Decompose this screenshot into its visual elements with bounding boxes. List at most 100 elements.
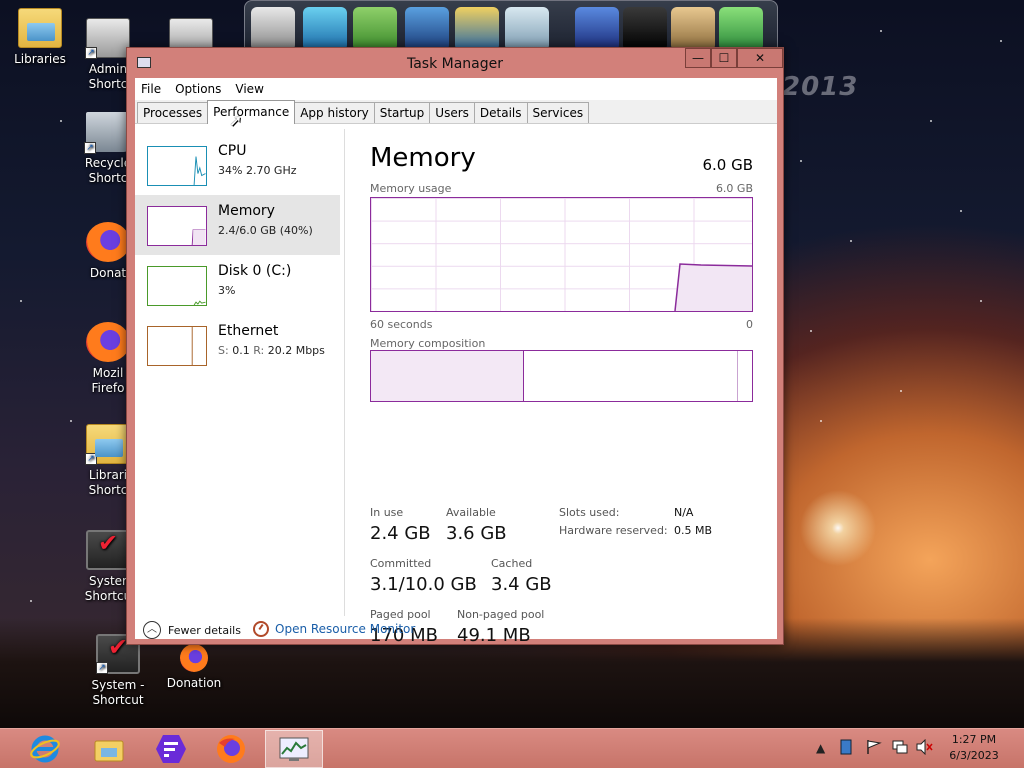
image-viewer-dock-icon[interactable] xyxy=(455,7,499,51)
fewer-details-button[interactable]: ︿ Fewer details xyxy=(143,621,241,639)
printer-icon: ↗ xyxy=(85,18,130,59)
resource-monitor-icon xyxy=(253,621,269,637)
composition-in-use xyxy=(371,351,524,401)
mouse-cursor-icon: ➚ xyxy=(229,111,243,130)
maximize-button[interactable]: ☐ xyxy=(711,48,737,68)
desktop-icon-label: Libraries xyxy=(14,52,66,66)
available-value: 3.6 GB xyxy=(446,523,507,544)
tools-dock-icon[interactable] xyxy=(671,7,715,51)
taskbar-app-e[interactable] xyxy=(146,730,196,768)
sidebar-item-disk[interactable]: Disk 0 (C:) 3% xyxy=(135,255,340,315)
firefox-icon xyxy=(217,735,245,763)
shortcut-arrow-icon: ↗ xyxy=(85,47,97,59)
performance-sidebar: CPU 34% 2.70 GHz Memory 2.4/6.0 GB (40%)… xyxy=(135,125,346,591)
memory-composition-bar xyxy=(370,350,753,402)
non-paged-pool-label: Non-paged pool xyxy=(457,608,545,621)
taskbar-firefox[interactable] xyxy=(206,730,256,768)
tab-app-history[interactable]: App history xyxy=(294,102,375,123)
computer-dock-icon[interactable] xyxy=(251,7,295,51)
send-value: 0.1 xyxy=(232,344,250,357)
recycle-bin-dock-icon[interactable] xyxy=(719,7,763,51)
clock-time: 1:27 PM xyxy=(951,733,997,746)
sidebar-item-value: 2.4/6.0 GB (40%) xyxy=(218,224,313,237)
cached-value: 3.4 GB xyxy=(491,574,552,595)
task-manager-window: Task Manager — ☐ ✕ File Options View Pro… xyxy=(126,47,784,646)
title-bar[interactable]: Task Manager — ☐ ✕ xyxy=(127,48,783,77)
sidebar-item-name: CPU xyxy=(218,143,247,159)
resource-monitor-label: Open Resource Monitor xyxy=(275,622,416,636)
archive-dock-icon[interactable] xyxy=(353,7,397,51)
receive-value: 20.2 Mbps xyxy=(267,344,325,357)
network-dock-icon[interactable] xyxy=(575,7,619,51)
network-icon[interactable] xyxy=(891,739,909,758)
sidebar-item-value: 3% xyxy=(218,284,236,297)
minimize-button[interactable]: — xyxy=(685,48,711,68)
menu-file[interactable]: File xyxy=(135,82,169,96)
memory-total: 6.0 GB xyxy=(702,156,753,174)
show-hidden-icons-icon[interactable]: ▲ xyxy=(816,741,825,755)
memory-usage-graph xyxy=(370,197,753,312)
caption-buttons: — ☐ ✕ xyxy=(685,48,783,68)
menu-options[interactable]: Options xyxy=(169,82,229,96)
open-resource-monitor-link[interactable]: Open Resource Monitor xyxy=(253,621,415,637)
committed-value: 3.1/10.0 GB xyxy=(370,574,477,595)
memory-usage-max: 6.0 GB xyxy=(715,182,753,195)
sidebar-item-ethernet[interactable]: Ethernet S: 0.1 R: 20.2 Mbps xyxy=(135,315,340,375)
sidebar-item-name: Ethernet xyxy=(218,323,279,339)
time-range-label: 60 seconds xyxy=(370,318,433,331)
sidebar-item-value: S: 0.1 R: 20.2 Mbps xyxy=(218,344,325,357)
file-explorer-icon xyxy=(94,740,124,762)
tab-startup[interactable]: Startup xyxy=(373,102,431,123)
memory-thumbnail-graph xyxy=(147,206,207,246)
folder-icon xyxy=(18,8,62,48)
tab-processes[interactable]: Processes xyxy=(137,102,209,123)
media-player-dock-icon[interactable] xyxy=(405,7,449,51)
system-monitor-icon xyxy=(86,530,130,570)
fewer-details-label: Fewer details xyxy=(168,623,241,637)
wallpaper-watermark: 2013 xyxy=(782,72,859,102)
sidebar-item-name: Disk 0 (C:) xyxy=(218,263,292,279)
folder-icon: ↗ xyxy=(85,424,130,465)
tab-performance[interactable]: Performance xyxy=(207,100,296,124)
menu-view[interactable]: View xyxy=(229,82,271,96)
monitor-dock-icon[interactable] xyxy=(303,7,347,51)
cached-label: Cached xyxy=(491,557,533,570)
committed-label: Committed xyxy=(370,557,432,570)
memory-usage-line xyxy=(674,263,752,311)
receive-prefix: R: xyxy=(253,344,265,357)
desktop-icon-system-2[interactable]: ↗ System - Shortcut xyxy=(78,634,158,708)
taskbar: ▲ 1:27 PM 6/3/2023 xyxy=(0,728,1024,768)
tray-app-icon[interactable] xyxy=(840,739,852,758)
clock-date: 6/3/2023 xyxy=(949,749,999,762)
disk-thumbnail-graph xyxy=(147,266,207,306)
recycle-bin-icon: ↗ xyxy=(84,112,130,154)
disc-dock-icon[interactable] xyxy=(505,7,549,51)
sidebar-item-cpu[interactable]: CPU 34% 2.70 GHz xyxy=(135,135,340,195)
shirt-dock-icon[interactable] xyxy=(623,7,667,51)
tab-users[interactable]: Users xyxy=(429,102,475,123)
tab-services[interactable]: Services xyxy=(526,102,590,123)
non-paged-pool-value: 49.1 MB xyxy=(457,625,531,646)
task-manager-icon xyxy=(279,737,309,761)
slots-used-label: Slots used: xyxy=(559,506,620,519)
window-client: File Options View Processes Performance … xyxy=(135,78,777,646)
ethernet-thumbnail-graph xyxy=(147,326,207,366)
app-e-icon xyxy=(156,735,186,763)
hardware-reserved-value: 0.5 MB xyxy=(674,524,713,537)
firefox-icon xyxy=(86,322,130,362)
taskbar-internet-explorer[interactable] xyxy=(20,730,70,768)
taskbar-file-explorer[interactable] xyxy=(84,730,134,768)
system-clock[interactable]: 1:27 PM 6/3/2023 xyxy=(930,732,1018,764)
taskbar-task-manager[interactable] xyxy=(265,730,323,768)
shortcut-arrow-icon: ↗ xyxy=(85,453,97,465)
tab-details[interactable]: Details xyxy=(473,102,528,123)
cpu-thumbnail-graph xyxy=(147,146,207,186)
page-title: Memory xyxy=(370,143,476,173)
action-center-flag-icon[interactable] xyxy=(866,739,882,758)
sidebar-item-memory[interactable]: Memory 2.4/6.0 GB (40%) xyxy=(135,195,340,255)
close-button[interactable]: ✕ xyxy=(737,48,783,68)
desktop-icon-donation-2[interactable]: Donation xyxy=(156,644,232,691)
paged-pool-label: Paged pool xyxy=(370,608,431,621)
sidebar-item-value: 34% 2.70 GHz xyxy=(218,164,297,177)
desktop-icon-libraries[interactable]: Libraries xyxy=(0,8,80,67)
